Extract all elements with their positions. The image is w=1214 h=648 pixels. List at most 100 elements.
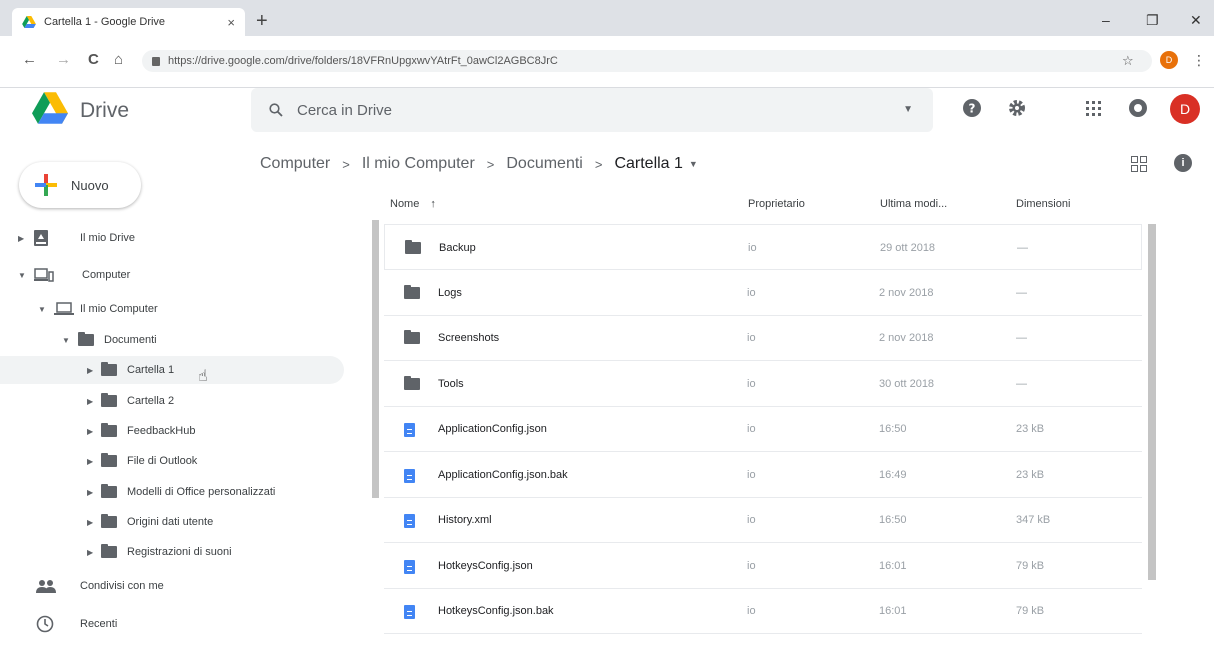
search-options-icon[interactable]: ▼ xyxy=(903,104,913,115)
sidebar-item-feedbackhub[interactable]: ▶ FeedbackHub xyxy=(87,417,196,445)
sidebar-item-cartella-1[interactable]: ▶ Cartella 1 xyxy=(0,356,344,384)
file-owner: io xyxy=(747,560,756,572)
address-bar[interactable]: https://drive.google.com/drive/folders/1… xyxy=(142,50,1152,72)
sidebar-item-file-di-outlook[interactable]: ▶ File di Outlook xyxy=(87,447,197,475)
help-icon[interactable]: ? xyxy=(962,98,982,118)
sidebar: ▶ Il mio Drive ▼ Computer ▼ Il mio Compu… xyxy=(0,222,360,648)
file-list-scrollbar[interactable] xyxy=(1148,224,1156,580)
expand-toggle-icon[interactable]: ▶ xyxy=(18,234,28,243)
file-name: Logs xyxy=(438,287,462,299)
google-drive-logo-icon[interactable] xyxy=(32,92,68,124)
breadcrumb-documenti[interactable]: Documenti xyxy=(506,155,582,173)
browser-profile-avatar[interactable]: D xyxy=(1160,51,1178,69)
file-name: Screenshots xyxy=(438,332,500,344)
file-name: Tools xyxy=(438,378,464,390)
bookmark-star-icon[interactable]: ☆ xyxy=(1122,53,1134,69)
file-size: 347 kB xyxy=(1016,514,1051,526)
search-box[interactable]: Cerca in Drive ▼ xyxy=(251,88,933,132)
sidebar-scrollbar[interactable] xyxy=(372,220,379,498)
sidebar-item-label: Condivisi con me xyxy=(80,580,164,592)
folder-icon xyxy=(101,423,117,437)
expand-toggle-icon[interactable]: ▶ xyxy=(87,518,97,527)
minimize-button[interactable]: – xyxy=(1102,12,1110,28)
sidebar-item-registrazioni-di-suoni[interactable]: ▶ Registrazioni di suoni xyxy=(87,538,232,566)
folder-icon xyxy=(101,393,117,407)
expand-toggle-icon[interactable]: ▶ xyxy=(87,397,97,406)
sidebar-item-label: Modelli di Office personalizzati xyxy=(127,486,276,498)
column-owner-header[interactable]: Proprietario xyxy=(748,198,805,210)
expand-toggle-icon[interactable]: ▶ xyxy=(87,366,97,375)
new-button[interactable]: Nuovo xyxy=(19,162,141,208)
breadcrumb-cartella-1[interactable]: Cartella 1 xyxy=(614,155,682,173)
sidebar-item-label: FeedbackHub xyxy=(127,425,196,437)
collapse-toggle-icon[interactable]: ▼ xyxy=(38,305,48,314)
reload-icon[interactable]: C xyxy=(88,51,99,68)
restore-button[interactable]: ❐ xyxy=(1146,12,1159,29)
tab-title: Cartella 1 - Google Drive xyxy=(44,16,166,28)
sidebar-item-cartella-2[interactable]: ▶ Cartella 2 xyxy=(87,387,174,415)
folder-menu-dropdown-icon[interactable]: ▼ xyxy=(689,159,698,169)
file-name: Backup xyxy=(439,242,476,254)
sidebar-item-documenti[interactable]: ▼ Documenti xyxy=(62,326,157,354)
drive-header: Drive Cerca in Drive ▼ ? D xyxy=(0,88,1214,140)
file-modified: 29 ott 2018 xyxy=(880,242,936,254)
file-row[interactable]: HotkeysConfig.json.bak io 16:01 79 kB xyxy=(384,588,1142,634)
svg-text:?: ? xyxy=(969,102,976,116)
sidebar-item-label: File di Outlook xyxy=(127,455,198,467)
back-icon[interactable]: ← xyxy=(22,51,37,68)
file-modified: 16:50 xyxy=(879,423,907,435)
file-row[interactable]: History.xml io 16:50 347 kB xyxy=(384,497,1142,543)
file-owner: io xyxy=(747,469,756,481)
sidebar-item-my-computer[interactable]: ▼ Il mio Computer xyxy=(38,295,158,323)
expand-toggle-icon[interactable]: ▶ xyxy=(87,548,97,557)
user-avatar[interactable]: D xyxy=(1170,94,1200,124)
search-input[interactable]: Cerca in Drive xyxy=(297,102,392,119)
expand-toggle-icon[interactable]: ▶ xyxy=(87,457,97,466)
breadcrumb-my-computer[interactable]: Il mio Computer xyxy=(362,155,475,173)
column-name-header[interactable]: Nome ↑ xyxy=(390,198,436,210)
sort-arrow-icon[interactable]: ↑ xyxy=(430,198,436,210)
browser-menu-icon[interactable]: ⋮ xyxy=(1192,52,1206,69)
breadcrumb-computer[interactable]: Computer xyxy=(260,155,330,173)
column-size-header[interactable]: Dimensioni xyxy=(1016,198,1070,210)
info-icon[interactable]: i xyxy=(1174,154,1192,172)
sidebar-item-origini-dati-utente[interactable]: ▶ Origini dati utente xyxy=(87,508,213,536)
file-row[interactable]: Screenshots io 2 nov 2018 — xyxy=(384,315,1142,361)
sidebar-item-recent[interactable]: Recenti xyxy=(36,610,117,638)
collapse-toggle-icon[interactable]: ▼ xyxy=(18,271,28,280)
sidebar-item-label: Recenti xyxy=(80,618,118,630)
file-row[interactable]: Tools io 30 ott 2018 — xyxy=(384,361,1142,407)
forward-icon[interactable]: → xyxy=(56,51,71,68)
file-modified: 16:50 xyxy=(879,514,907,526)
apps-grid-icon[interactable] xyxy=(1086,101,1101,116)
file-row[interactable]: Logs io 2 nov 2018 — xyxy=(384,270,1142,316)
sidebar-item-my-drive[interactable]: ▶ Il mio Drive xyxy=(18,224,135,252)
sidebar-item-computer[interactable]: ▼ Computer xyxy=(18,261,130,289)
column-modified-header[interactable]: Ultima modi... xyxy=(880,198,947,210)
sidebar-item-modelli-office[interactable]: ▶ Modelli di Office personalizzati xyxy=(87,478,275,506)
search-icon[interactable] xyxy=(269,103,283,117)
file-row[interactable]: HotkeysConfig.json io 16:01 79 kB xyxy=(384,543,1142,589)
home-icon[interactable]: ⌂ xyxy=(114,51,123,68)
grid-view-icon[interactable] xyxy=(1131,156,1147,172)
file-name: ApplicationConfig.json xyxy=(438,423,547,435)
expand-toggle-icon[interactable]: ▶ xyxy=(87,488,97,497)
file-row[interactable]: Backup io 29 ott 2018 — xyxy=(384,224,1142,270)
lock-icon xyxy=(152,56,160,66)
folder-icon xyxy=(101,544,117,558)
notifications-icon[interactable] xyxy=(1128,98,1148,118)
tab-close-icon[interactable]: × xyxy=(227,15,235,30)
app-name[interactable]: Drive xyxy=(80,99,129,123)
expand-toggle-icon[interactable]: ▶ xyxy=(87,427,97,436)
new-tab-button[interactable]: + xyxy=(256,11,268,31)
plus-icon xyxy=(35,174,57,196)
browser-tab[interactable]: Cartella 1 - Google Drive × xyxy=(12,8,245,36)
window-close-button[interactable]: ✕ xyxy=(1190,12,1202,29)
settings-gear-icon[interactable] xyxy=(1007,98,1027,118)
file-name: HotkeysConfig.json xyxy=(438,560,533,572)
collapse-toggle-icon[interactable]: ▼ xyxy=(62,336,72,345)
file-row[interactable]: ApplicationConfig.json io 16:50 23 kB xyxy=(384,406,1142,452)
file-row[interactable]: ApplicationConfig.json.bak io 16:49 23 k… xyxy=(384,452,1142,498)
people-icon xyxy=(36,580,56,593)
sidebar-item-shared-with-me[interactable]: Condivisi con me xyxy=(36,572,164,600)
